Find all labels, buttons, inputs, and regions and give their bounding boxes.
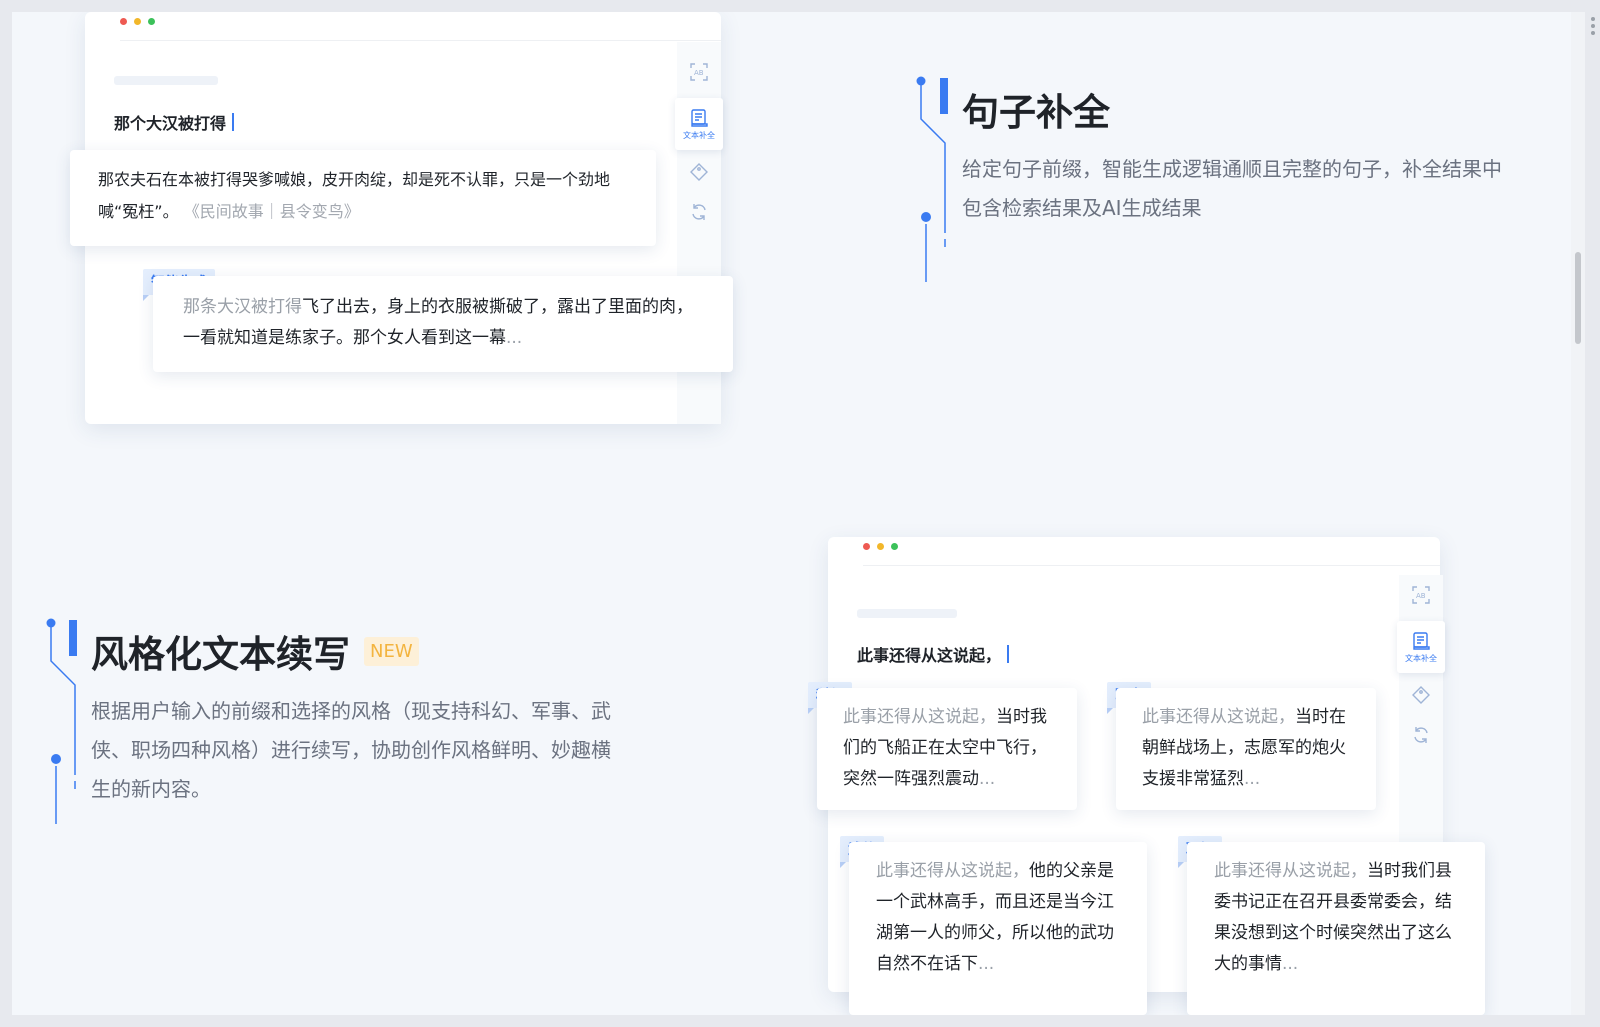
text-caret	[232, 113, 235, 131]
window-controls-bottom	[863, 543, 898, 550]
style-ellipsis: ...	[1282, 954, 1299, 974]
style-prefix: 此事还得从这说起，	[1142, 707, 1295, 727]
rewrite-tool[interactable]	[677, 192, 721, 232]
window-controls	[120, 18, 155, 25]
close-dot[interactable]	[120, 18, 127, 25]
translate-icon: AB	[690, 63, 708, 81]
page-viewport: 那个大汉被打得 AB 文本补全 那农夫石在本被打得哭爹喊娘，皮开肉绽，却是死不认…	[12, 12, 1585, 1015]
text-caret	[1007, 645, 1010, 663]
sentence-feature-title: 句子补全	[962, 91, 1110, 134]
window-divider	[863, 565, 1440, 566]
rewrite-tool[interactable]	[1399, 715, 1443, 755]
style-deco-lines	[46, 618, 77, 824]
style-card-wuxia[interactable]: 此事还得从这说起，他的父亲是一个武林高手，而且还是当今江湖第一人的师父，所以他的…	[849, 842, 1147, 1015]
skeleton-line	[857, 609, 957, 618]
scrollbar-track[interactable]	[1571, 12, 1585, 1015]
rewrite-icon	[1414, 727, 1428, 743]
input-prompt[interactable]: 此事还得从这说起，	[857, 642, 1010, 666]
style-prefix: 此事还得从这说起，	[843, 707, 996, 727]
minimize-dot[interactable]	[134, 18, 141, 25]
maximize-dot[interactable]	[148, 18, 155, 25]
style-feature-description: 根据用户输入的前缀和选择的风格（现支持科幻、军事、武侠、职场四种风格）进行续写，…	[91, 699, 611, 801]
text-complete-tool[interactable]: 文本补全	[1397, 621, 1445, 673]
window-grip-icon	[1588, 14, 1598, 38]
style-prefix: 此事还得从这说起，	[876, 861, 1029, 881]
skeleton-line	[114, 76, 218, 85]
svg-text:AB: AB	[694, 69, 704, 77]
text-complete-icon	[1413, 631, 1430, 650]
new-badge: NEW	[364, 636, 419, 666]
tag-icon	[690, 163, 708, 181]
text-complete-label: 文本补全	[1405, 653, 1437, 663]
prompt-text: 那个大汉被打得	[114, 114, 227, 133]
translate-icon: AB	[1412, 586, 1430, 604]
style-card-military[interactable]: 此事还得从这说起，当时在朝鲜战场上，志愿军的炮火支援非常猛烈...	[1116, 688, 1376, 810]
input-prompt[interactable]: 那个大汉被打得	[114, 110, 235, 134]
style-prefix: 此事还得从这说起，	[1214, 861, 1367, 881]
sentence-feature-description: 给定句子前缀，智能生成逻辑通顺且完整的句子，补全结果中包含检索结果及AI生成结果	[962, 157, 1502, 220]
tag-icon	[1412, 686, 1430, 704]
translate-tool[interactable]: AB	[677, 52, 721, 92]
window-divider	[120, 40, 721, 41]
style-feature-title: 风格化文本续写 NEW	[91, 624, 419, 678]
rewrite-icon	[692, 204, 706, 220]
close-dot[interactable]	[863, 543, 870, 550]
tag-tool[interactable]	[677, 152, 721, 192]
retrieval-result-card[interactable]: 那农夫石在本被打得哭爹喊娘，皮开肉绽，却是死不认罪，只是一个劲地喊“冤枉”。 《…	[70, 150, 656, 246]
tag-tool[interactable]	[1399, 675, 1443, 715]
maximize-dot[interactable]	[891, 543, 898, 550]
sentence-deco-lines	[916, 76, 948, 282]
minimize-dot[interactable]	[877, 543, 884, 550]
generated-result-card[interactable]: 那条大汉被打得飞了出去，身上的衣服被撕破了，露出了里面的肉，一看就知道是练家子。…	[153, 276, 733, 372]
style-card-scifi[interactable]: 此事还得从这说起，当时我们的飞船正在太空中飞行，突然一阵强烈震动...	[817, 688, 1077, 810]
svg-text:AB: AB	[1416, 592, 1426, 600]
style-ellipsis: ...	[979, 769, 996, 789]
style-card-workplace[interactable]: 此事还得从这说起，当时我们县委书记正在召开县委常委会，结果没想到这个时候突然出了…	[1187, 842, 1485, 1015]
translate-tool[interactable]: AB	[1399, 575, 1443, 615]
style-ellipsis: ...	[978, 954, 995, 974]
retrieval-source: 《民间故事｜县令变鸟》	[183, 202, 360, 221]
generated-prefix: 那条大汉被打得	[183, 297, 302, 317]
text-complete-tool[interactable]: 文本补全	[675, 98, 723, 150]
generated-ellipsis: ...	[506, 328, 523, 348]
scrollbar-thumb[interactable]	[1575, 252, 1581, 344]
prompt-text: 此事还得从这说起，	[857, 646, 1002, 665]
text-complete-icon	[691, 108, 708, 127]
style-ellipsis: ...	[1244, 769, 1261, 789]
style-feature-title-text: 风格化文本续写	[91, 633, 350, 676]
text-complete-label: 文本补全	[683, 130, 715, 140]
